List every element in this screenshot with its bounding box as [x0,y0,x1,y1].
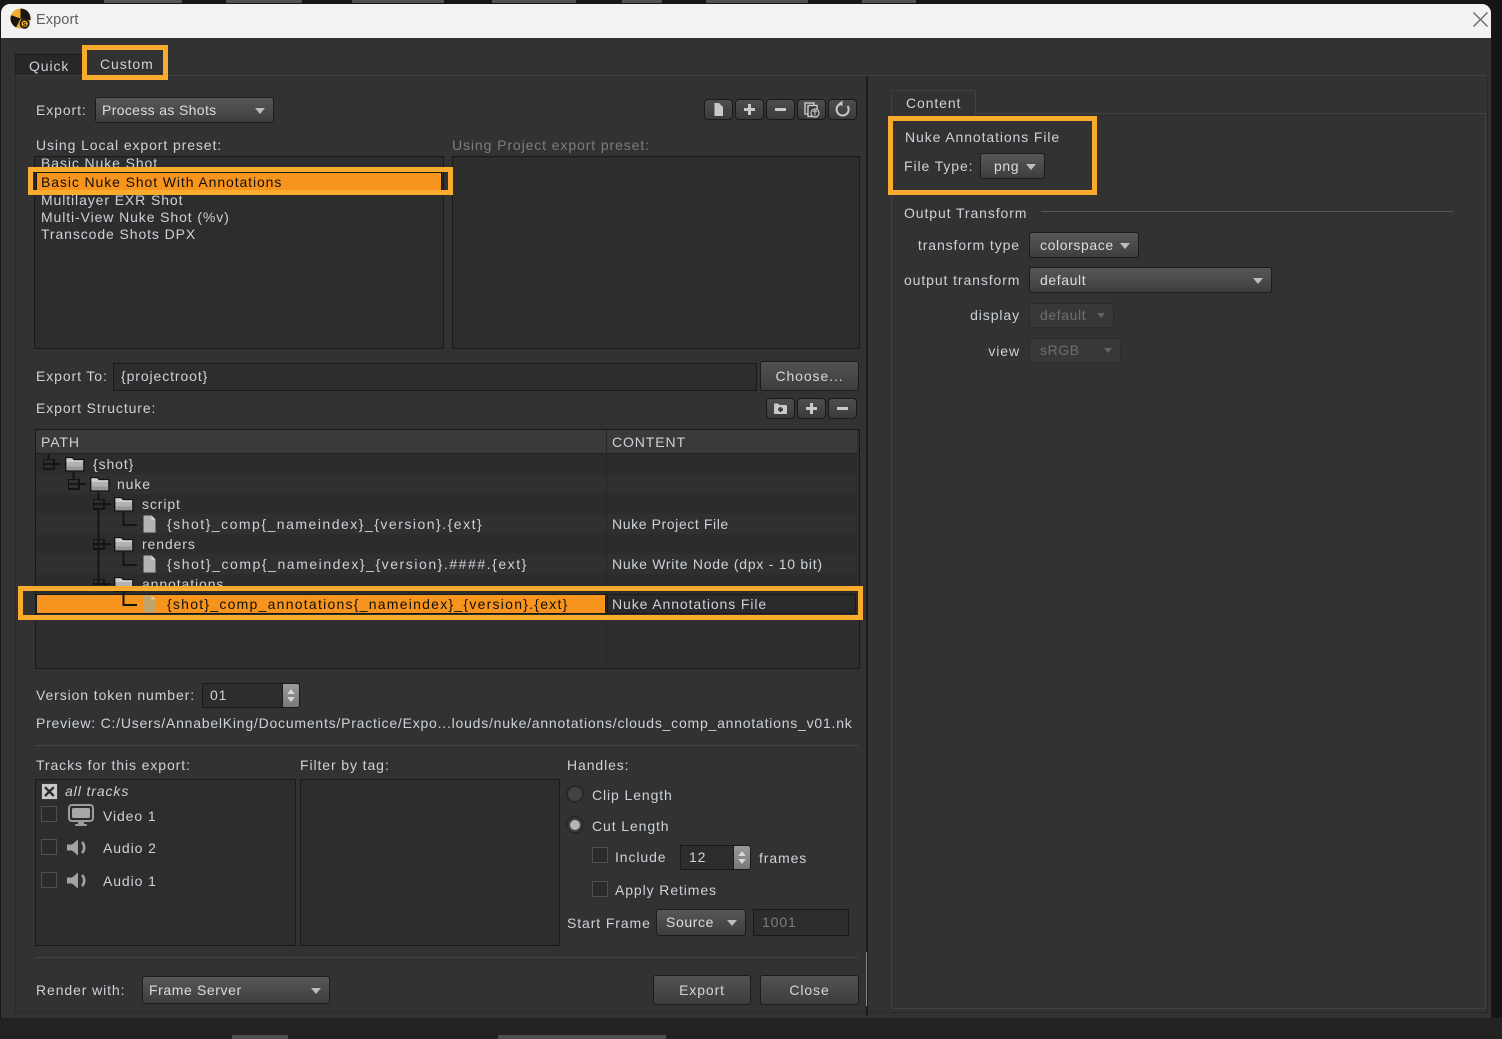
svg-text:S: S [23,21,27,28]
